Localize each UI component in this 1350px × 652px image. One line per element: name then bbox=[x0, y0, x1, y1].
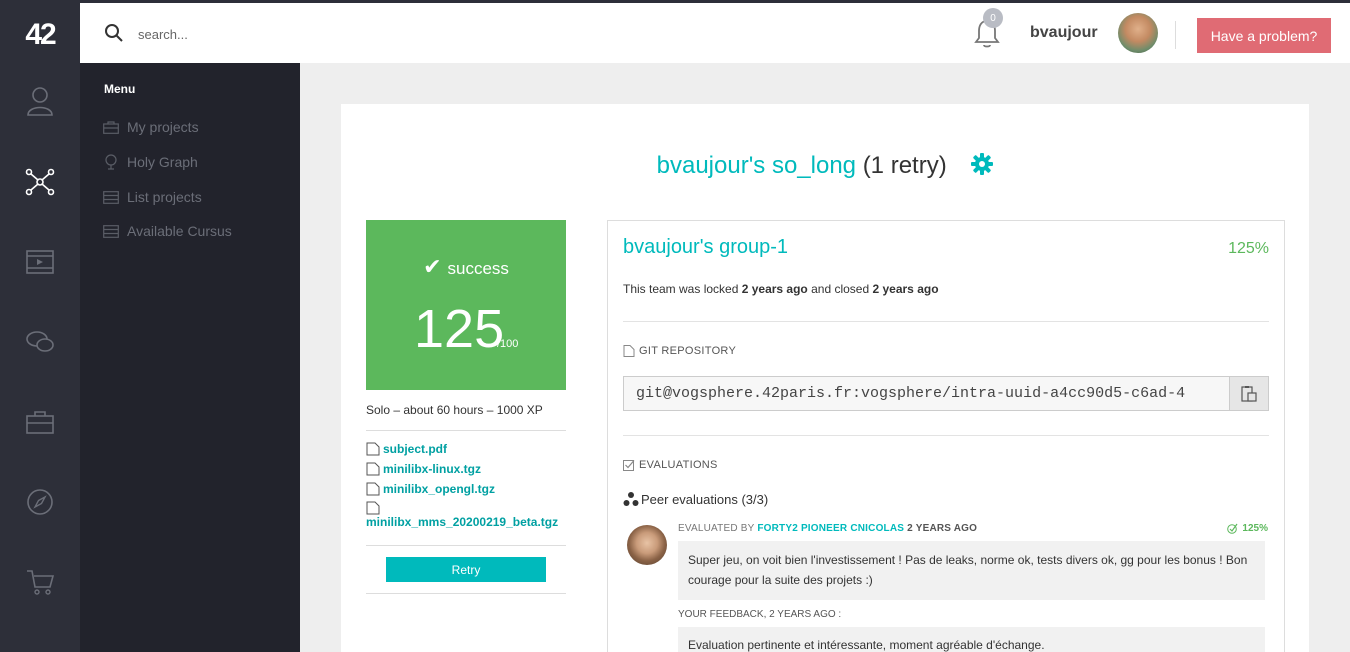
companies-icon[interactable] bbox=[22, 404, 58, 440]
check-circle-icon bbox=[1227, 523, 1238, 534]
sidebar-item-label: Available Cursus bbox=[127, 223, 232, 239]
gear-icon[interactable] bbox=[971, 152, 994, 175]
menu-title: Menu bbox=[104, 82, 136, 96]
list-icon bbox=[102, 223, 120, 239]
sidebar-menu: Menu My projects Holy Graph List project… bbox=[80, 63, 300, 652]
have-a-problem-button[interactable]: Have a problem? bbox=[1197, 18, 1331, 53]
page-title: bvaujour's so_long (1 retry) bbox=[341, 152, 1309, 180]
sidebar-item-available-cursus[interactable]: Available Cursus bbox=[102, 219, 232, 243]
search-icon bbox=[105, 24, 123, 42]
feedback-header: YOUR FEEDBACK, 2 YEARS AGO : bbox=[678, 609, 842, 620]
git-repository-header: GIT REPOSITORY bbox=[623, 345, 736, 357]
clipboard-icon bbox=[1241, 385, 1257, 402]
project-status-box: ✔ success 125 /100 bbox=[366, 220, 566, 390]
document-icon bbox=[366, 442, 380, 456]
elearning-icon[interactable] bbox=[22, 244, 58, 280]
search-input[interactable] bbox=[138, 21, 438, 47]
notifications-count-badge: 0 bbox=[983, 8, 1003, 28]
team-lock-info: This team was locked 2 years ago and clo… bbox=[623, 282, 939, 296]
compass-icon[interactable] bbox=[22, 484, 58, 520]
sidebar-item-label: Holy Graph bbox=[127, 154, 198, 170]
attachment-link[interactable]: minilibx_opengl.tgz bbox=[366, 482, 495, 496]
git-repository-url[interactable]: git@vogsphere.42paris.fr:vogsphere/intra… bbox=[623, 376, 1230, 411]
list-icon bbox=[102, 189, 120, 205]
forum-icon[interactable] bbox=[22, 324, 58, 360]
document-icon bbox=[366, 501, 380, 515]
shop-icon[interactable] bbox=[22, 564, 58, 600]
top-bar: 0 bvaujour Have a problem? bbox=[80, 0, 1350, 63]
evaluation-comment: Super jeu, on voit bien l'investissement… bbox=[678, 541, 1265, 600]
team-score: 125% bbox=[1228, 240, 1269, 257]
check-icon: ✔ bbox=[423, 254, 442, 279]
document-icon bbox=[366, 462, 380, 476]
icon-rail: 42 bbox=[0, 0, 80, 652]
divider bbox=[366, 545, 566, 546]
project-card: bvaujour's so_long (1 retry) ✔ success 12… bbox=[341, 104, 1309, 652]
sidebar-item-label: List projects bbox=[127, 189, 202, 205]
username[interactable]: bvaujour bbox=[1030, 24, 1098, 42]
holy-graph-icon[interactable] bbox=[22, 164, 58, 200]
evaluation-header: EVALUATED BY FORTY2 PIONEER CNICOLAS 2 Y… bbox=[678, 523, 978, 534]
globe-icon bbox=[102, 154, 120, 170]
retry-button[interactable]: Retry bbox=[386, 557, 546, 582]
project-retry-count: (1 retry) bbox=[862, 152, 947, 179]
sidebar-item-holy-graph[interactable]: Holy Graph bbox=[102, 150, 198, 174]
evaluator-avatar[interactable] bbox=[627, 525, 667, 565]
project-title-link[interactable]: bvaujour's so_long bbox=[657, 152, 856, 179]
final-mark: 125 bbox=[414, 299, 505, 359]
attachment-link[interactable]: subject.pdf bbox=[366, 442, 447, 456]
divider bbox=[366, 593, 566, 594]
divider bbox=[623, 321, 1269, 322]
sidebar-item-list-projects[interactable]: List projects bbox=[102, 185, 202, 209]
document-icon bbox=[366, 482, 380, 496]
sidebar-item-my-projects[interactable]: My projects bbox=[102, 115, 199, 139]
project-meta: Solo – about 60 hours – 1000 XP bbox=[366, 403, 543, 417]
file-icon bbox=[623, 345, 635, 357]
divider bbox=[623, 435, 1269, 436]
peer-evaluations-label: Peer evaluations (3/3) bbox=[623, 491, 768, 507]
avatar[interactable] bbox=[1118, 13, 1158, 53]
feedback-comment: Evaluation pertinente et intéressante, m… bbox=[678, 627, 1265, 652]
evaluation-score: 125% bbox=[1227, 523, 1268, 534]
attachment-link[interactable]: minilibx_mms_20200219_beta.tgz bbox=[366, 501, 558, 529]
peers-icon bbox=[623, 492, 639, 506]
max-mark: /100 bbox=[497, 338, 519, 350]
briefcase-icon bbox=[102, 119, 120, 135]
team-name[interactable]: bvaujour's group-1 bbox=[623, 236, 788, 259]
attachment-link[interactable]: minilibx-linux.tgz bbox=[366, 462, 481, 476]
checkbox-icon bbox=[623, 459, 635, 471]
evaluator-link[interactable]: FORTY2 PIONEER CNICOLAS bbox=[757, 523, 904, 534]
profile-icon[interactable] bbox=[22, 83, 58, 119]
sidebar-item-label: My projects bbox=[127, 119, 199, 135]
logo-42[interactable]: 42 bbox=[0, 3, 80, 66]
evaluations-header: EVALUATIONS bbox=[623, 459, 718, 471]
status-label: ✔ success bbox=[423, 254, 509, 279]
team-panel: bvaujour's group-1 125% This team was lo… bbox=[607, 220, 1285, 652]
divider bbox=[1175, 21, 1176, 49]
copy-to-clipboard-button[interactable] bbox=[1229, 376, 1269, 411]
divider bbox=[366, 430, 566, 431]
